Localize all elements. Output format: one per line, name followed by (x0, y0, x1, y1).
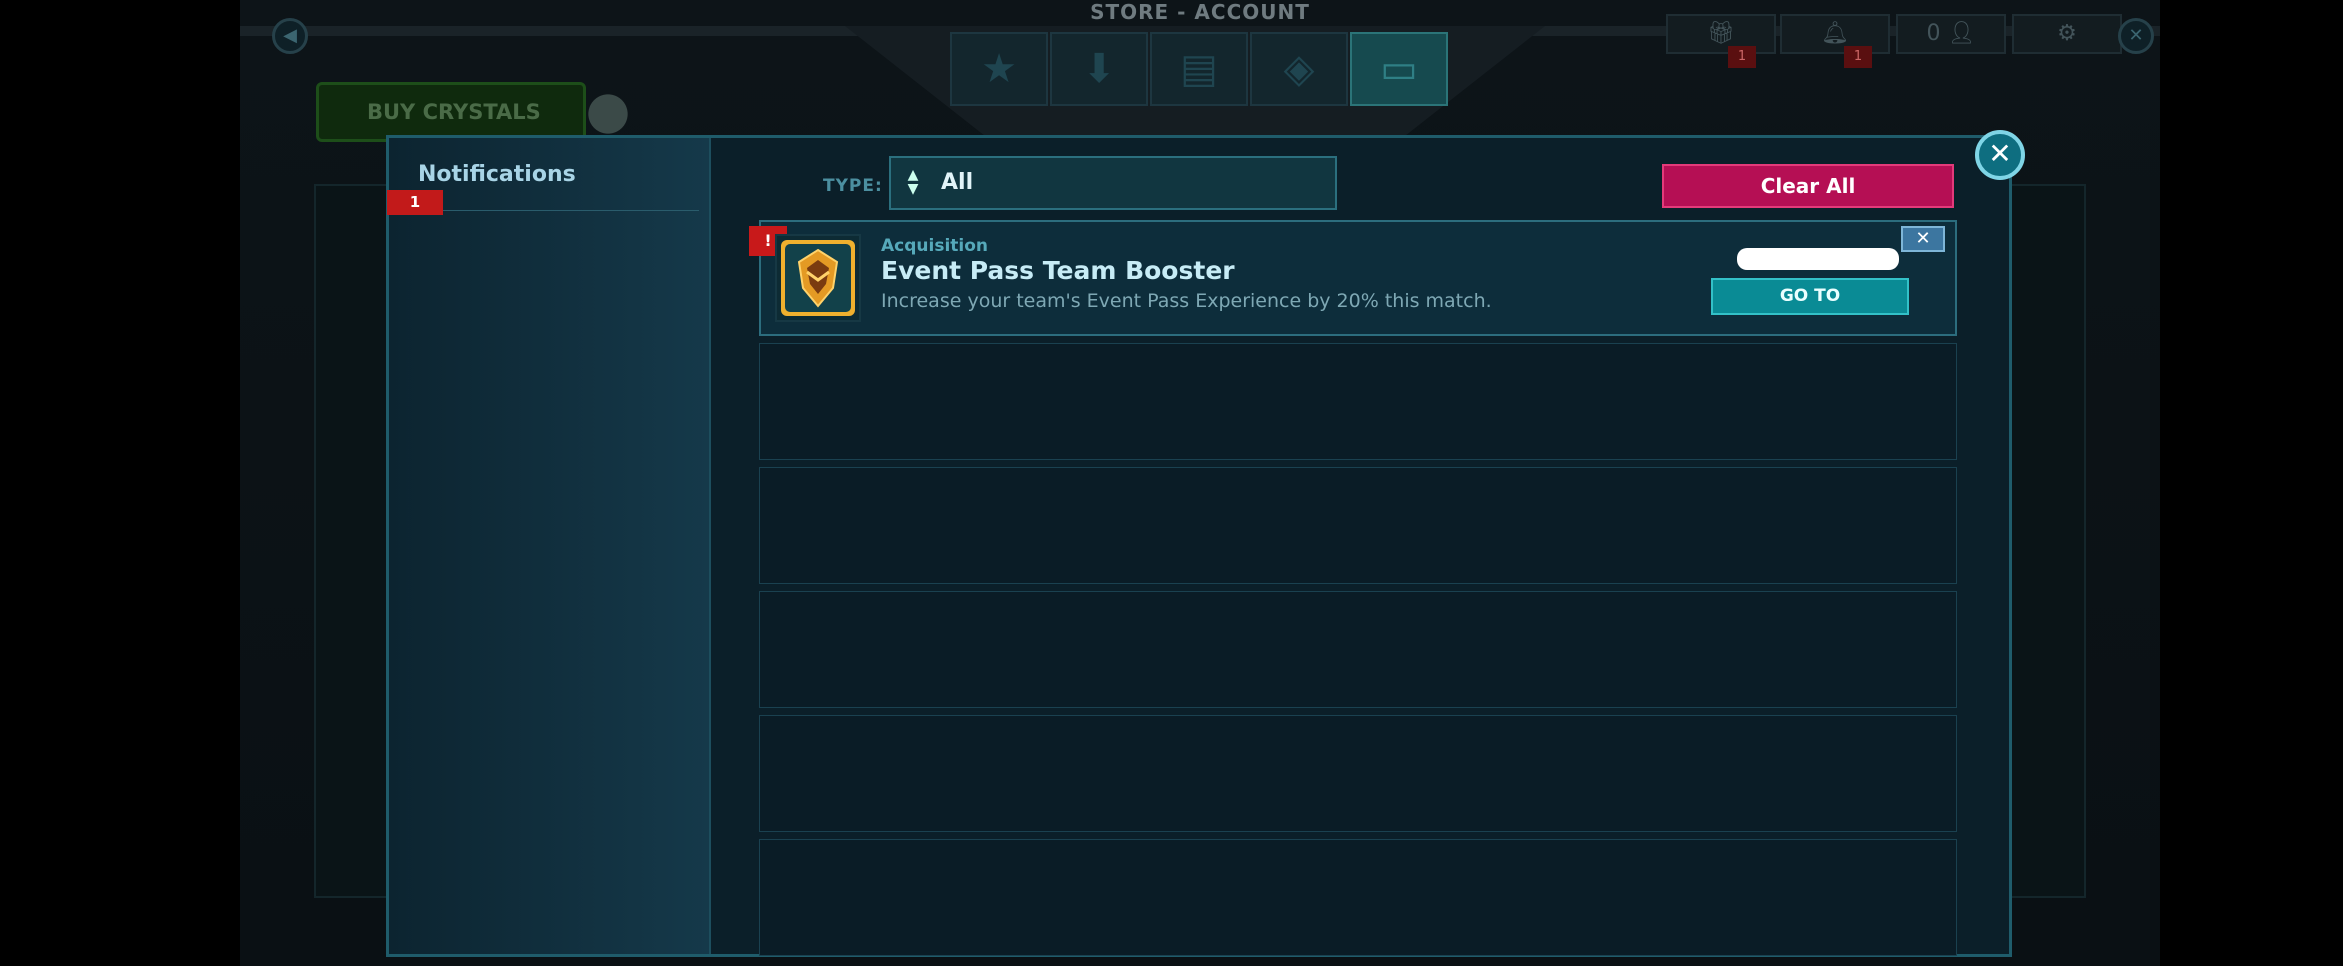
clear-all-button[interactable]: Clear All (1662, 164, 1954, 208)
sidebar-unread-badge: 1 (387, 190, 443, 215)
notifications-modal: Notifications 1 TYPE: ▲ ▼ All Clear All ✕… (386, 130, 2025, 957)
alerts-badge: 1 (1844, 46, 1872, 68)
buy-crystals-button[interactable]: BUY CRYSTALS (316, 82, 586, 142)
alerts-button[interactable]: 🔔︎ (1780, 14, 1890, 54)
tab-downloads[interactable]: ⬇ (1050, 32, 1148, 106)
type-filter-label: TYPE: (823, 176, 883, 196)
sidebar-title[interactable]: Notifications (418, 162, 576, 187)
exit-button[interactable]: ✕ (2118, 18, 2154, 54)
settings-button[interactable]: ⚙ (2012, 14, 2122, 54)
notification-item[interactable]: ! Acquisition Event Pass Team Booster In… (749, 220, 1957, 336)
close-icon: ✕ (2128, 25, 2144, 46)
sort-arrows-icon: ▲ ▼ (907, 167, 919, 197)
dismiss-notification-button[interactable]: ✕ (1901, 226, 1945, 252)
bell-icon: 🔔︎ (1821, 21, 1849, 46)
type-filter-select[interactable]: ▲ ▼ All (889, 156, 1337, 210)
notification-description: Increase your team's Event Pass Experien… (881, 290, 1492, 312)
tab-notifications[interactable]: ▭ (1350, 32, 1448, 106)
notification-type: Acquisition (881, 236, 989, 256)
friends-button[interactable]: 0 👤︎ (1896, 14, 2006, 54)
tab-chests[interactable]: ▤ (1150, 32, 1248, 106)
download-icon: ⬇ (1082, 46, 1116, 92)
notification-list: ! Acquisition Event Pass Team Booster In… (749, 220, 1957, 963)
back-button[interactable]: ◀ (272, 18, 308, 54)
crystals-icon (566, 78, 650, 138)
store-title: STORE - ACCOUNT (1090, 0, 1310, 24)
tab-collection[interactable]: ◈ (1250, 32, 1348, 106)
empty-notification-slot (759, 343, 1957, 460)
message-cursor-icon: ▭ (1380, 46, 1418, 92)
friends-count: 0 (1926, 21, 1941, 46)
layers-icon: ◈ (1283, 46, 1315, 92)
chest-icon: ▤ (1180, 46, 1218, 92)
empty-notification-slot (759, 591, 1957, 708)
redacted-timestamp (1737, 248, 1899, 270)
empty-notification-slot (759, 467, 1957, 584)
notification-title: Event Pass Team Booster (881, 256, 1235, 285)
type-filter-value: All (941, 170, 974, 195)
modal-close-button[interactable]: ✕ (1975, 130, 2025, 180)
empty-notification-slot (759, 839, 1957, 956)
close-icon: ✕ (1988, 137, 2012, 170)
gift-icon: 🎁︎ (1707, 21, 1735, 46)
back-arrow-icon: ◀ (283, 25, 297, 46)
star-icon: ★ (981, 46, 1017, 92)
tab-featured[interactable]: ★ (950, 32, 1048, 106)
empty-notification-slot (759, 715, 1957, 832)
gifts-badge: 1 (1728, 46, 1756, 68)
go-to-button[interactable]: GO TO (1711, 278, 1909, 315)
modal-sidebar: Notifications 1 (387, 138, 711, 954)
friends-icon: 👤︎ (1947, 21, 1976, 46)
sidebar-divider (409, 210, 699, 211)
gear-icon: ⚙ (2057, 21, 2077, 46)
close-icon: ✕ (1915, 228, 1931, 249)
team-booster-emblem-icon (775, 234, 861, 322)
gifts-button[interactable]: 🎁︎ (1666, 14, 1776, 54)
